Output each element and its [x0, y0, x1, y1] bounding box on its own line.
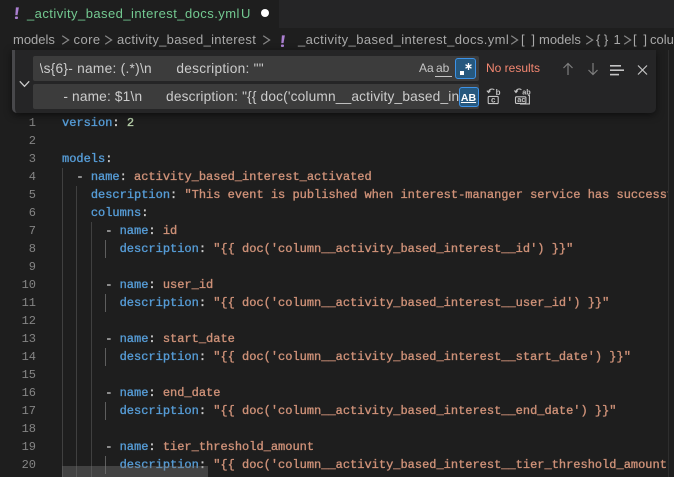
svg-text:c: c	[491, 95, 496, 104]
svg-text:b: b	[496, 88, 501, 97]
svg-text:ac: ac	[517, 95, 525, 104]
